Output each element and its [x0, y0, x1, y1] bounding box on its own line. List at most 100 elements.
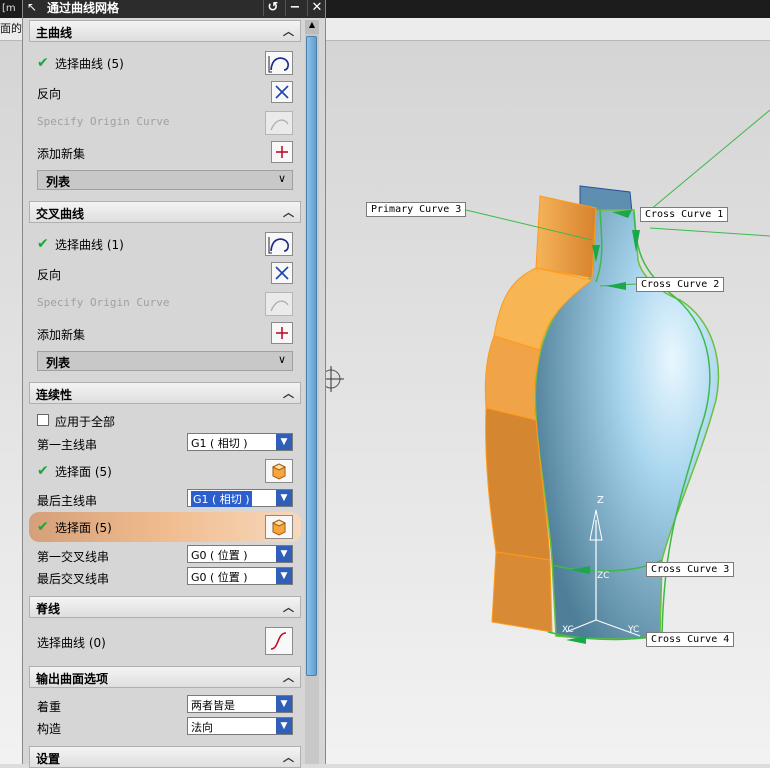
last-primary-select[interactable]: G1 ( 相切 ) ▼: [187, 489, 293, 507]
callout-cross-curve-4[interactable]: Cross Curve 4: [646, 632, 735, 647]
section-continuity-title: 连续性: [36, 388, 73, 402]
section-settings-title: 设置: [36, 752, 61, 766]
orange-face-bottom[interactable]: [491, 551, 553, 633]
origin-curve-icon[interactable]: [265, 111, 293, 135]
axis-z-label: Z: [597, 495, 604, 506]
primary-select-curve-row[interactable]: ✔ 选择曲线 (5): [29, 50, 301, 76]
emphasis-label: 着重: [37, 700, 62, 714]
close-button[interactable]: ✕: [307, 0, 326, 16]
collapse-icon[interactable]: ︿: [283, 23, 294, 39]
cross-select-curve-row[interactable]: ✔ 选择曲线 (1): [29, 231, 301, 257]
cross-add-set-label: 添加新集: [37, 328, 86, 342]
dialog-title: 通过曲线网格: [47, 1, 120, 15]
primary-list-label: 列表: [46, 175, 71, 189]
last-primary-row: 最后主线串 G1 ( 相切 ) ▼: [29, 487, 301, 513]
spine-select-curve-row[interactable]: 选择曲线 (0): [29, 626, 301, 656]
first-primary-row: 第一主线串 G1 ( 相切 ) ▼: [29, 431, 301, 457]
collapse-icon[interactable]: ︿: [283, 749, 294, 765]
apply-all-checkbox[interactable]: [37, 414, 49, 426]
last-cross-label: 最后交叉线串: [37, 572, 110, 586]
cross-reverse-label: 反向: [37, 268, 62, 282]
through-curve-mesh-dialog: ↖ 通过曲线网格 ↺ − ✕ 主曲线 ︿ ✔ 选择曲线 (5) 反向 Speci…: [22, 0, 326, 768]
section-settings[interactable]: 设置 ︿: [29, 746, 301, 768]
section-spine[interactable]: 脊线 ︿: [29, 596, 301, 618]
cross-add-set-row[interactable]: 添加新集: [29, 321, 301, 347]
dialog-titlebar[interactable]: ↖ 通过曲线网格 ↺ − ✕: [23, 0, 325, 18]
cross-list-label: 列表: [46, 356, 71, 370]
orange-face-mid[interactable]: [484, 335, 541, 421]
minimize-button[interactable]: −: [285, 0, 304, 16]
collapse-icon[interactable]: ︿: [283, 204, 294, 220]
dialog-pin-icon[interactable]: ↖: [27, 0, 37, 14]
dialog-scrollbar[interactable]: ▲: [305, 20, 319, 764]
checkmark-icon: ✔: [37, 55, 49, 71]
first-primary-select[interactable]: G1 ( 相切 ) ▼: [187, 433, 293, 451]
axis-xc-label: XC: [562, 625, 574, 635]
reverse-direction-icon[interactable]: [271, 262, 293, 284]
select-curve-icon[interactable]: [265, 232, 293, 256]
chevron-down-icon[interactable]: ▼: [276, 434, 292, 450]
primary-add-set-row[interactable]: 添加新集: [29, 140, 301, 166]
checkmark-icon: ✔: [37, 519, 49, 535]
collapse-icon[interactable]: ︿: [283, 599, 294, 615]
section-continuity[interactable]: 连续性 ︿: [29, 382, 301, 404]
cross-list-dropdown[interactable]: 列表 ∨: [37, 351, 293, 371]
spine-curve-icon[interactable]: [265, 627, 293, 655]
select-face-label-1: 选择面 (5): [55, 465, 112, 479]
primary-reverse-row[interactable]: 反向: [29, 80, 301, 106]
construct-select[interactable]: 法向 ▼: [187, 717, 293, 735]
primary-select-curve-label: 选择曲线 (5): [55, 57, 124, 71]
chevron-down-icon[interactable]: ▼: [276, 546, 292, 562]
chevron-down-icon[interactable]: ▼: [276, 696, 292, 712]
chevron-down-icon: ∨: [277, 172, 286, 185]
first-cross-value: G0 ( 位置 ): [191, 549, 248, 562]
select-face-row-2[interactable]: ✔ 选择面 (5): [29, 512, 301, 542]
cross-specify-origin-label: Specify Origin Curve: [37, 296, 170, 309]
construct-row: 构造 法向 ▼: [29, 715, 301, 741]
last-cross-value: G0 ( 位置 ): [191, 571, 248, 584]
last-primary-label: 最后主线串: [37, 494, 98, 508]
collapse-icon[interactable]: ︿: [283, 385, 294, 401]
cross-specify-origin-row[interactable]: Specify Origin Curve: [29, 291, 301, 317]
select-curve-icon[interactable]: [265, 51, 293, 75]
select-face-icon[interactable]: [265, 459, 293, 483]
emphasis-select[interactable]: 两者皆是 ▼: [187, 695, 293, 713]
section-primary-curves[interactable]: 主曲线 ︿: [29, 20, 301, 42]
axis-zc-label: ZC: [597, 571, 609, 581]
callout-cross-curve-1[interactable]: Cross Curve 1: [640, 207, 729, 222]
cross-reverse-row[interactable]: 反向: [29, 261, 301, 287]
callout-primary-curve-3[interactable]: Primary Curve 3: [366, 202, 467, 217]
select-face-row-1[interactable]: ✔ 选择面 (5): [29, 458, 301, 484]
chevron-down-icon[interactable]: ▼: [276, 718, 292, 734]
last-cross-select[interactable]: G0 ( 位置 ) ▼: [187, 567, 293, 585]
section-cross-curves[interactable]: 交叉曲线 ︿: [29, 201, 301, 223]
first-cross-select[interactable]: G0 ( 位置 ) ▼: [187, 545, 293, 563]
primary-specify-origin-label: Specify Origin Curve: [37, 115, 170, 128]
callout-cross-curve-3[interactable]: Cross Curve 3: [646, 562, 735, 577]
checkmark-icon: ✔: [37, 463, 49, 479]
primary-specify-origin-row[interactable]: Specify Origin Curve: [29, 110, 301, 136]
orange-face-top[interactable]: [535, 195, 597, 279]
scroll-up-icon[interactable]: ▲: [305, 20, 319, 34]
section-output-surface[interactable]: 输出曲面选项 ︿: [29, 666, 301, 688]
add-set-icon[interactable]: [271, 141, 293, 163]
origin-curve-icon[interactable]: [265, 292, 293, 316]
top-tab-1[interactable]: [m: [2, 0, 16, 18]
last-cross-row: 最后交叉线串 G0 ( 位置 ) ▼: [29, 565, 301, 591]
primary-add-set-label: 添加新集: [37, 147, 86, 161]
section-cross-curves-title: 交叉曲线: [36, 207, 85, 221]
collapse-icon[interactable]: ︿: [283, 669, 294, 685]
scrollbar-thumb[interactable]: [306, 36, 317, 676]
chevron-down-icon[interactable]: ▼: [276, 490, 292, 506]
first-primary-label: 第一主线串: [37, 438, 98, 452]
select-face-icon[interactable]: [265, 515, 293, 539]
reverse-direction-icon[interactable]: [271, 81, 293, 103]
primary-list-dropdown[interactable]: 列表 ∨: [37, 170, 293, 190]
add-set-icon[interactable]: [271, 322, 293, 344]
reset-button[interactable]: ↺: [263, 0, 282, 16]
section-primary-curves-title: 主曲线: [36, 26, 73, 40]
select-face-label-2: 选择面 (5): [55, 521, 112, 535]
section-output-surface-title: 输出曲面选项: [36, 672, 109, 686]
callout-cross-curve-2[interactable]: Cross Curve 2: [636, 277, 725, 292]
chevron-down-icon[interactable]: ▼: [276, 568, 292, 584]
